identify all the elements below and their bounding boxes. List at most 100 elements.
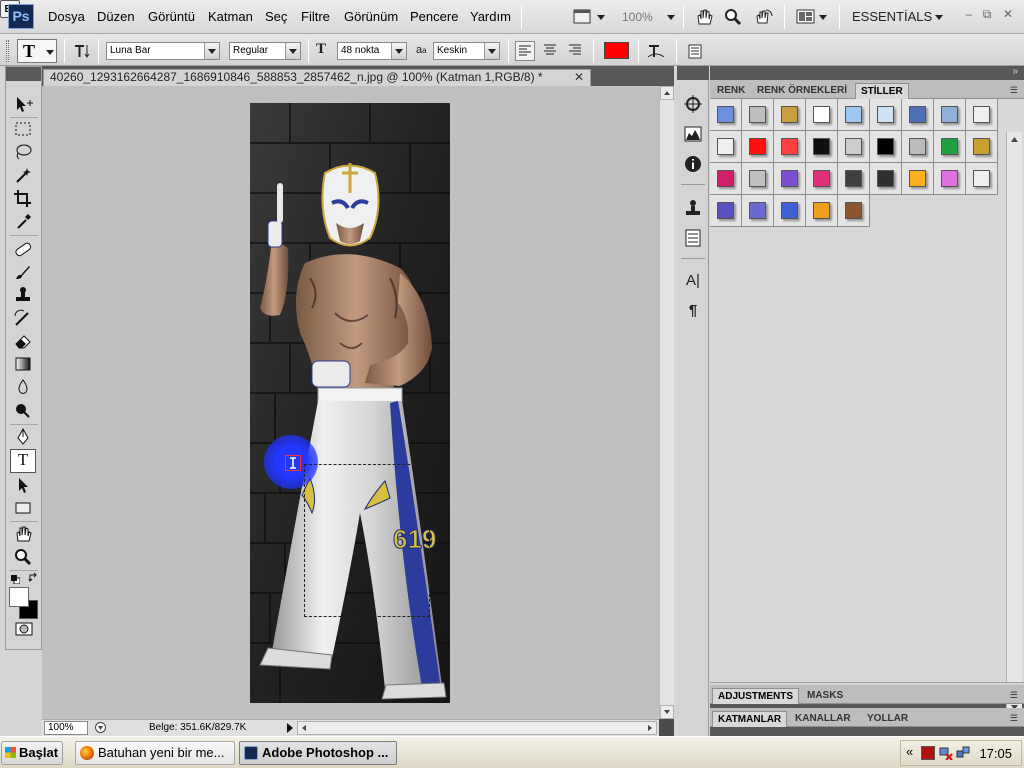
type-tool[interactable]: T [10,449,36,473]
tray-app-icon[interactable] [921,746,935,760]
tab-adjustments[interactable]: ADJUSTMENTS [712,688,800,704]
workspace-switcher[interactable]: ESSENTİALS [852,9,932,24]
tab-color[interactable]: RENK [712,83,750,99]
status-menu-button[interactable] [94,721,107,734]
brush-tool[interactable] [10,262,36,282]
zoom-tool-button[interactable] [722,6,742,28]
canvas-area[interactable]: 619 [42,86,659,719]
style-swatch[interactable] [838,131,870,163]
style-swatch[interactable] [934,163,966,195]
menu-window[interactable]: Pencere [410,9,458,24]
menu-image[interactable]: Görüntü [148,9,195,24]
pen-tool[interactable] [10,427,36,447]
move-tool[interactable] [10,94,36,114]
tab-swatches[interactable]: RENK ÖRNEKLERİ [752,83,852,99]
hand-tool-button[interactable] [693,6,713,28]
arrange-documents-button[interactable] [794,6,830,28]
style-swatch[interactable] [870,99,902,131]
scroll-down-button[interactable] [660,705,674,719]
style-swatch[interactable] [902,163,934,195]
eraser-tool[interactable] [10,331,36,351]
swap-colors-button[interactable] [28,572,39,583]
paragraph-button[interactable]: ¶ [681,302,705,324]
menu-file[interactable]: Dosya [48,9,85,24]
menu-edit[interactable]: Düzen [97,9,135,24]
text-orientation-toggle[interactable] [72,42,92,60]
style-swatch[interactable] [870,163,902,195]
marquee-tool[interactable] [10,119,36,139]
quick-selection-tool[interactable] [10,165,36,185]
document-tab[interactable]: 40260_1293162664287_1686910846_588853_28… [43,69,591,86]
restore-icon[interactable]: ⧉ [980,7,994,21]
align-center-button[interactable] [541,41,561,61]
dodge-tool[interactable] [10,400,36,420]
rotate-view-button[interactable] [751,6,773,28]
actions-button[interactable] [681,228,705,250]
style-swatch[interactable] [934,131,966,163]
tool-preset-picker[interactable]: T [17,39,57,63]
style-swatch[interactable] [710,195,742,227]
menu-filter[interactable]: Filtre [301,9,330,24]
font-size-field[interactable]: 48 nokta [337,42,407,60]
character-panel-toggle[interactable] [686,42,704,60]
style-swatch[interactable] [838,99,870,131]
vertical-scrollbar[interactable] [659,86,674,719]
hand-tool[interactable] [10,524,36,544]
shape-tool[interactable] [10,498,36,518]
tab-styles[interactable]: STİLLER [855,83,909,99]
style-swatch[interactable] [838,195,870,227]
antialias-select[interactable]: Keskin [433,42,500,60]
panel-menu-icon[interactable]: ☰ [1010,690,1018,701]
zoom-field[interactable]: 100% [44,721,88,735]
options-grip[interactable] [6,40,9,62]
style-swatch[interactable] [774,163,806,195]
tray-network-icon[interactable] [939,746,953,761]
close-icon[interactable]: ✕ [1001,7,1015,21]
panel-dock-header[interactable]: » [710,66,1024,80]
panel-menu-icon[interactable]: ☰ [1010,85,1018,96]
menu-view[interactable]: Görünüm [344,9,398,24]
font-family-select[interactable]: Luna Bar [106,42,220,60]
zoom-tool[interactable] [10,547,36,567]
style-swatch[interactable] [710,99,742,131]
style-swatch[interactable] [742,195,774,227]
tab-layers[interactable]: KATMANLAR [712,711,788,727]
gradient-tool[interactable] [10,354,36,374]
clone-source-button[interactable] [681,198,705,220]
style-swatch[interactable] [742,131,774,163]
histogram-button[interactable] [681,124,705,146]
show-hidden-icons-button[interactable]: « [906,744,913,759]
photoshop-logo[interactable]: Ps [8,4,34,29]
quick-mask-button[interactable] [14,621,34,637]
menu-select[interactable]: Seç [265,9,287,24]
style-swatch[interactable] [902,99,934,131]
close-document-icon[interactable]: ✕ [574,70,584,85]
style-swatch[interactable] [902,131,934,163]
lasso-tool[interactable] [10,142,36,162]
collapse-panels-icon[interactable]: » [1012,66,1018,77]
zoom-level-display[interactable]: 100% [622,10,653,24]
taskbar-item-firefox[interactable]: Batuhan yeni bir me... [75,741,235,765]
align-left-button[interactable] [515,41,535,61]
style-swatch[interactable] [710,163,742,195]
style-swatch[interactable] [774,99,806,131]
tray-volume-icon[interactable] [956,746,970,760]
panel-menu-icon[interactable]: ☰ [1010,713,1018,724]
default-colors-button[interactable] [11,573,21,585]
style-swatch[interactable] [742,163,774,195]
tab-masks[interactable]: MASKS [802,688,848,704]
style-swatch[interactable] [806,99,838,131]
tab-channels[interactable]: KANALLAR [790,711,856,727]
history-brush-tool[interactable] [10,308,36,328]
scroll-up-button[interactable] [660,86,674,100]
crop-tool[interactable] [10,188,36,208]
style-swatch[interactable] [774,195,806,227]
style-swatch[interactable] [966,99,998,131]
style-swatch[interactable] [934,99,966,131]
style-swatch[interactable] [806,163,838,195]
styles-scrollbar[interactable] [1006,132,1022,715]
start-button[interactable]: Başlat [1,741,63,765]
align-right-button[interactable] [566,41,586,61]
info-button[interactable] [681,154,705,176]
navigator-button[interactable] [681,94,705,116]
